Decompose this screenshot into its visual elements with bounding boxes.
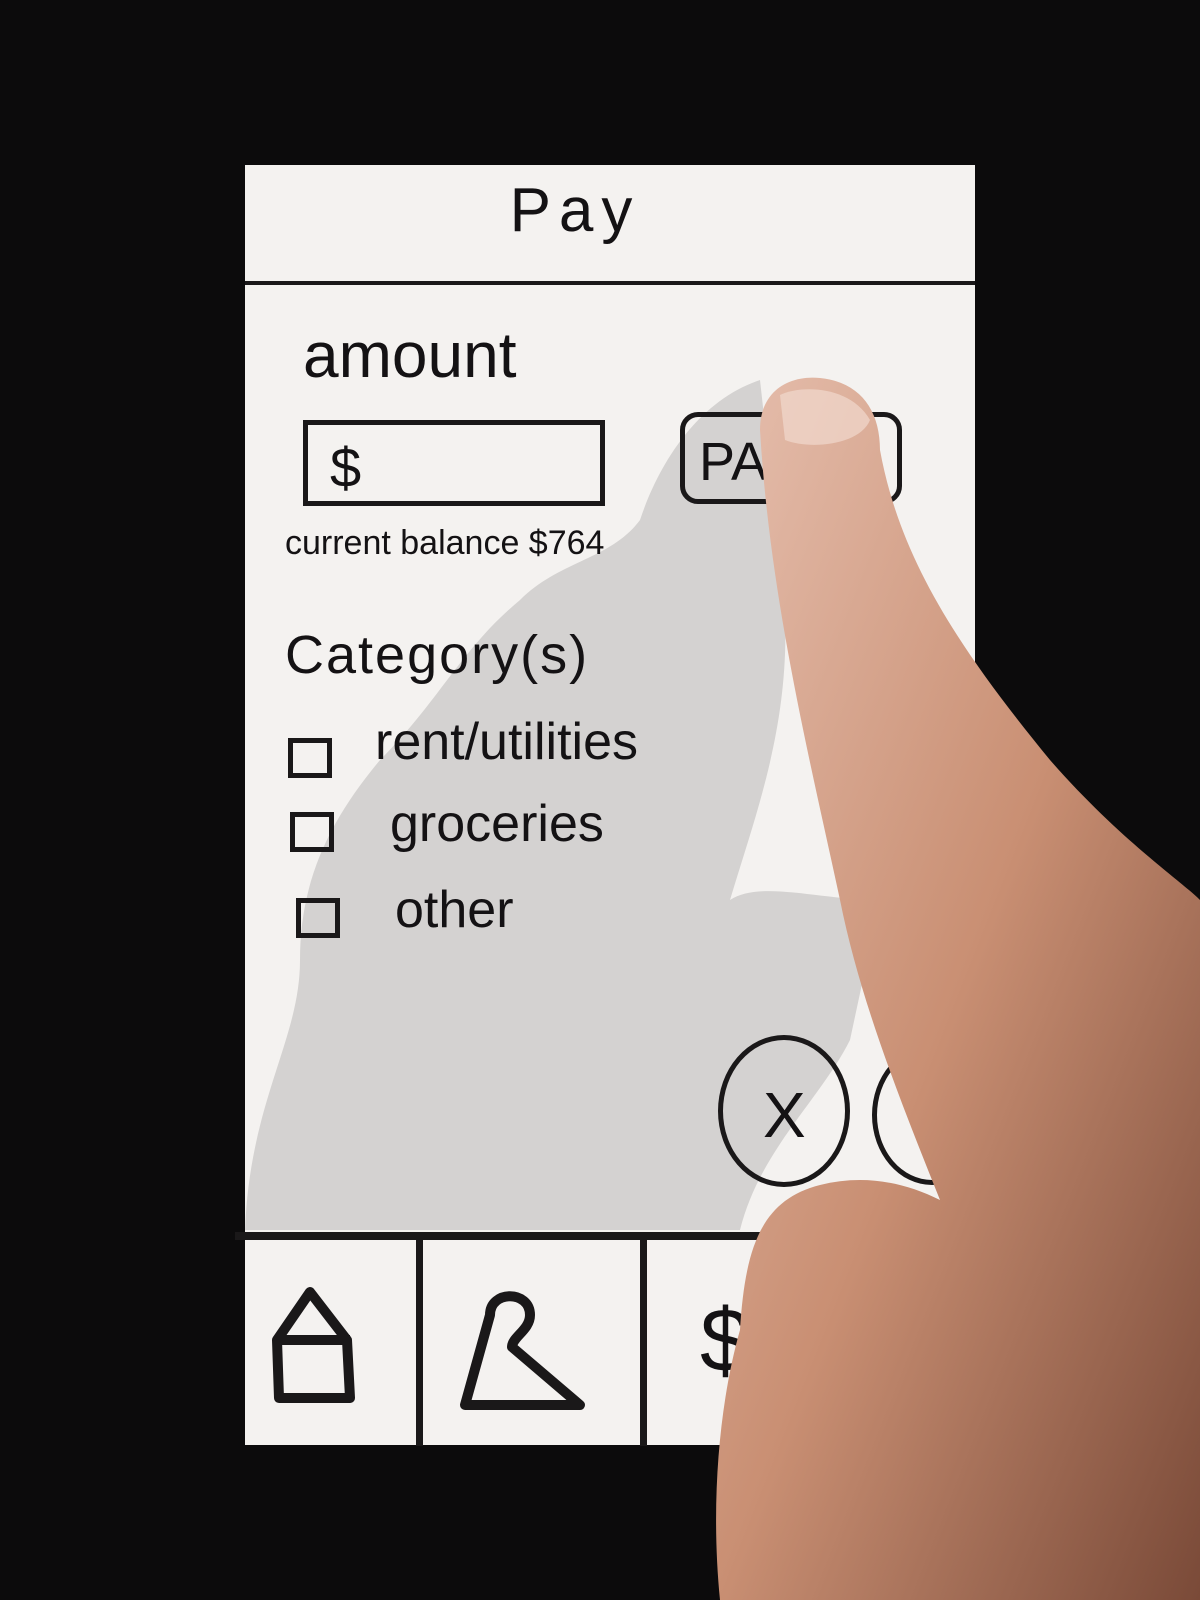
bottom-nav-divider [235,1232,975,1240]
amount-label: amount [303,319,517,391]
checkbox-label: other [395,881,514,939]
header-divider [245,281,975,285]
checkbox-label: groceries [390,795,604,853]
dollar-prefix: $ [330,436,362,499]
confirm-button[interactable] [872,1045,992,1185]
checkbox-rent-utilities[interactable] [288,738,332,778]
close-icon: X [763,1079,806,1151]
current-balance: current balance $764 [285,524,605,562]
pay-button-label: PA [699,432,768,492]
hanger-icon[interactable] [450,1285,600,1420]
home-icon[interactable] [262,1280,372,1410]
dollar-icon[interactable]: $ [700,1290,750,1393]
checkbox-groceries[interactable] [290,812,334,852]
amount-input[interactable]: $ [303,420,605,506]
page-title: Pay [509,176,641,245]
checkbox-other[interactable] [296,898,340,938]
pay-button[interactable]: PA [680,412,902,504]
categories-label: Category(s) [285,625,590,685]
nav-separator [416,1236,423,1446]
nav-separator [640,1236,647,1446]
checkbox-label: rent/utilities [375,713,638,771]
cancel-button[interactable]: X [718,1035,850,1187]
